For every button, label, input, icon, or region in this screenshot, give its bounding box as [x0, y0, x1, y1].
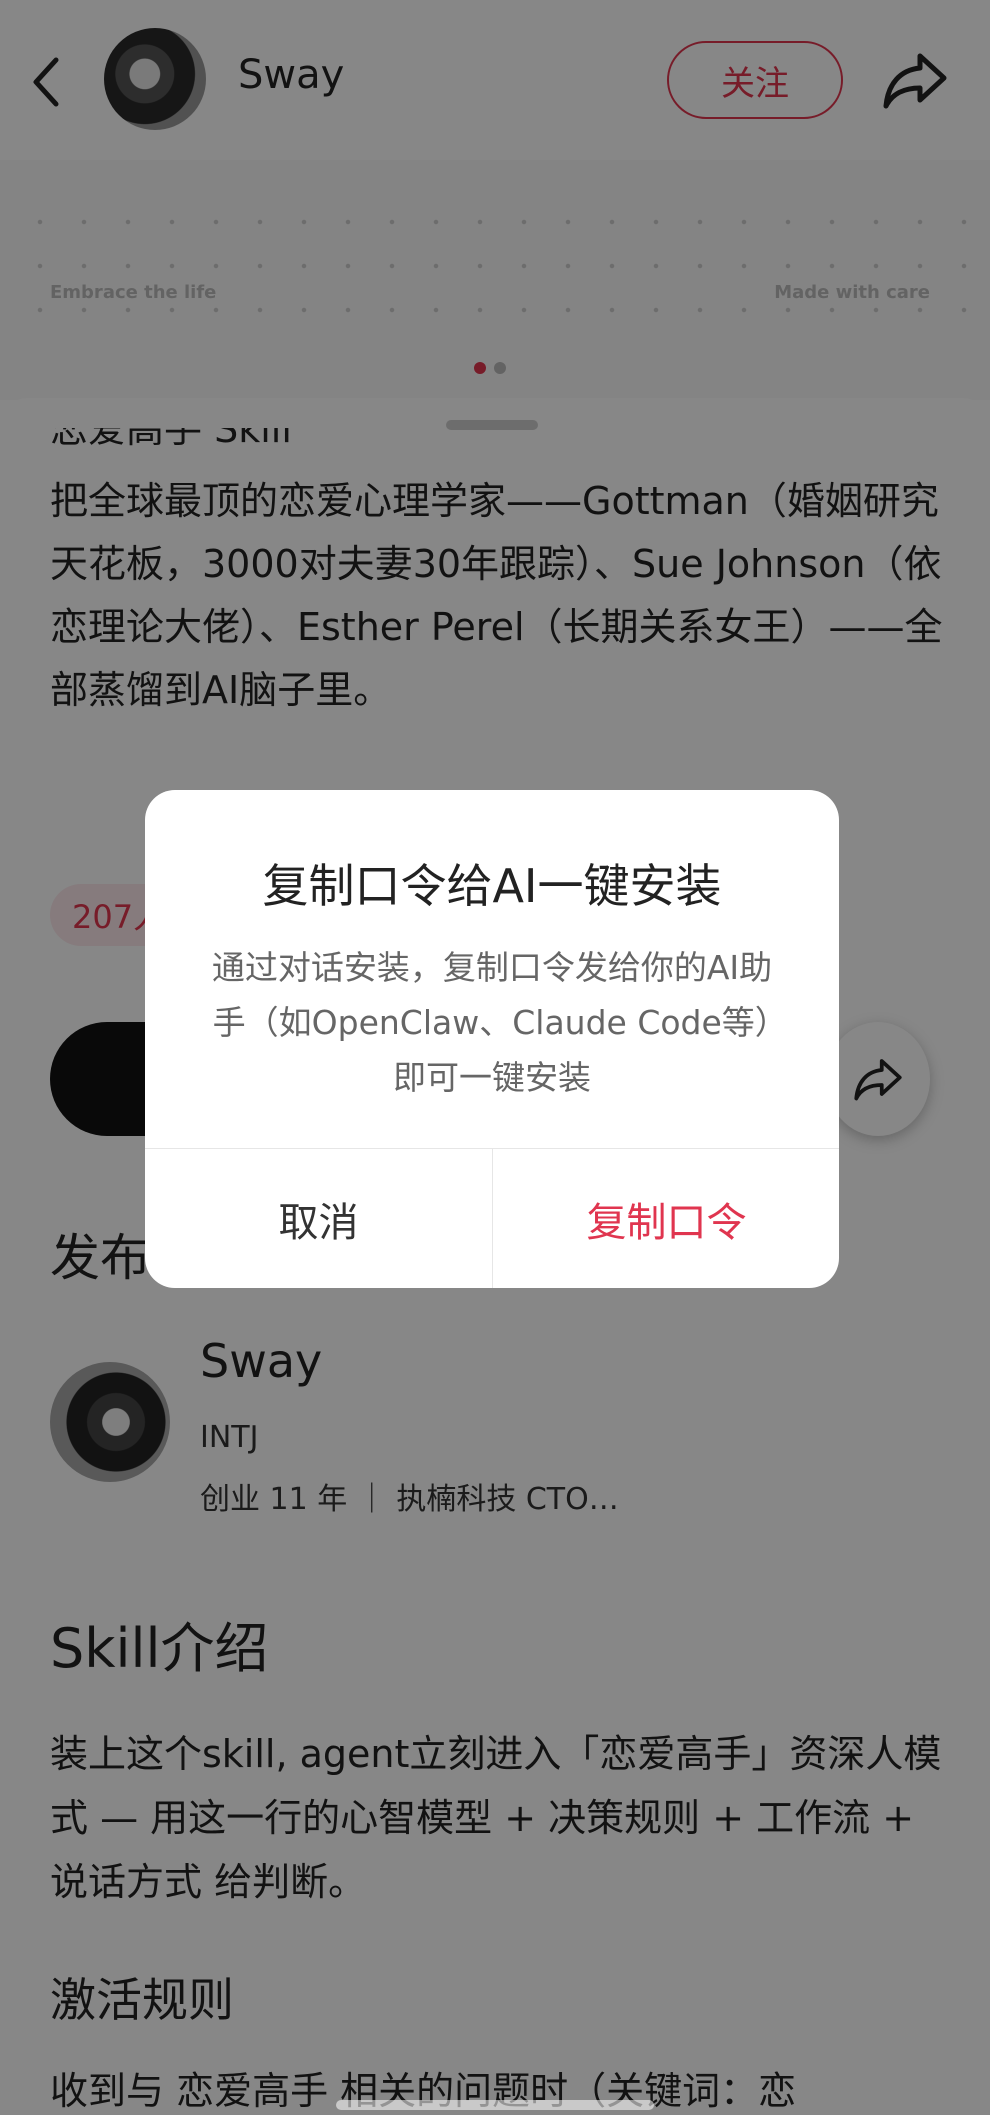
dialog-title: 复制口令给AI一键安装: [262, 859, 722, 913]
cancel-button[interactable]: 取消: [145, 1149, 492, 1288]
install-dialog: 复制口令给AI一键安装 通过对话安装，复制口令发给你的AI助手（如OpenCla…: [145, 790, 839, 1288]
dialog-body: 通过对话安装，复制口令发给你的AI助手（如OpenClaw、Claude Cod…: [211, 948, 773, 1097]
copy-command-button[interactable]: 复制口令: [493, 1149, 839, 1288]
home-indicator: [336, 2100, 654, 2110]
